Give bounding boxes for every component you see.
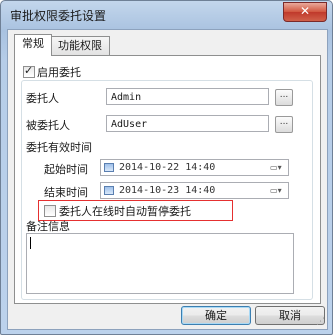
text-caret bbox=[30, 237, 31, 249]
dialog-client-area: 常规 功能权限 ✓ 启用委托 委托人 Admin ... 被委托人 AdUser… bbox=[7, 29, 328, 330]
delegator-browse-button[interactable]: ... bbox=[275, 89, 293, 106]
end-time-picker[interactable]: 2014-10-23 14:40 ▭▾ bbox=[100, 182, 289, 199]
delegatee-label: 被委托人 bbox=[26, 119, 70, 132]
delegation-group-box: 委托人 Admin ... 被委托人 AdUser ... 委托有效时间 起始时… bbox=[21, 80, 313, 300]
tab-panel-general: ✓ 启用委托 委托人 Admin ... 被委托人 AdUser ... 委托有… bbox=[14, 55, 321, 304]
delegatee-field[interactable]: AdUser bbox=[106, 115, 269, 132]
start-time-value: 2014-10-22 14:40 bbox=[119, 162, 216, 173]
start-time-picker[interactable]: 2014-10-22 14:40 ▭▾ bbox=[100, 159, 289, 176]
remarks-textarea[interactable] bbox=[26, 233, 294, 294]
calendar-icon bbox=[104, 186, 114, 195]
remarks-label: 备注信息 bbox=[26, 220, 70, 233]
dialog-window: 审批权限委托设置 ✕ 常规 功能权限 ✓ 启用委托 委托人 Admin ... … bbox=[0, 0, 333, 335]
end-time-label: 结束时间 bbox=[44, 186, 88, 199]
close-icon: ✕ bbox=[299, 4, 311, 18]
checkmark-icon: ✓ bbox=[24, 64, 34, 77]
cancel-button[interactable]: 取消 bbox=[255, 306, 325, 325]
tab-function-permissions[interactable]: 功能权限 bbox=[50, 36, 110, 55]
tab-general[interactable]: 常规 bbox=[14, 34, 52, 56]
enable-delegation-checkbox[interactable]: ✓ bbox=[23, 64, 35, 78]
delegator-field[interactable]: Admin bbox=[106, 88, 269, 105]
auto-pause-label: 委托人在线时自动暂停委托 bbox=[59, 205, 191, 218]
calendar-icon bbox=[104, 163, 114, 172]
resize-grip-icon[interactable]: ⋰ bbox=[316, 318, 325, 327]
chevron-down-icon[interactable]: ▭▾ bbox=[270, 162, 286, 173]
delegator-label: 委托人 bbox=[26, 92, 59, 105]
close-button[interactable]: ✕ bbox=[283, 2, 327, 22]
ok-button[interactable]: 确定 bbox=[181, 306, 251, 325]
title-bar[interactable]: 审批权限委托设置 ✕ bbox=[1, 1, 332, 29]
chevron-down-icon[interactable]: ▭▾ bbox=[270, 185, 286, 196]
valid-time-label: 委托有效时间 bbox=[26, 141, 92, 154]
enable-delegation-label: 启用委托 bbox=[37, 66, 81, 79]
end-time-value: 2014-10-23 14:40 bbox=[119, 185, 216, 196]
auto-pause-checkbox[interactable] bbox=[44, 205, 56, 217]
start-time-label: 起始时间 bbox=[44, 163, 88, 176]
delegatee-browse-button[interactable]: ... bbox=[275, 116, 293, 133]
window-title: 审批权限委托设置 bbox=[10, 9, 107, 23]
